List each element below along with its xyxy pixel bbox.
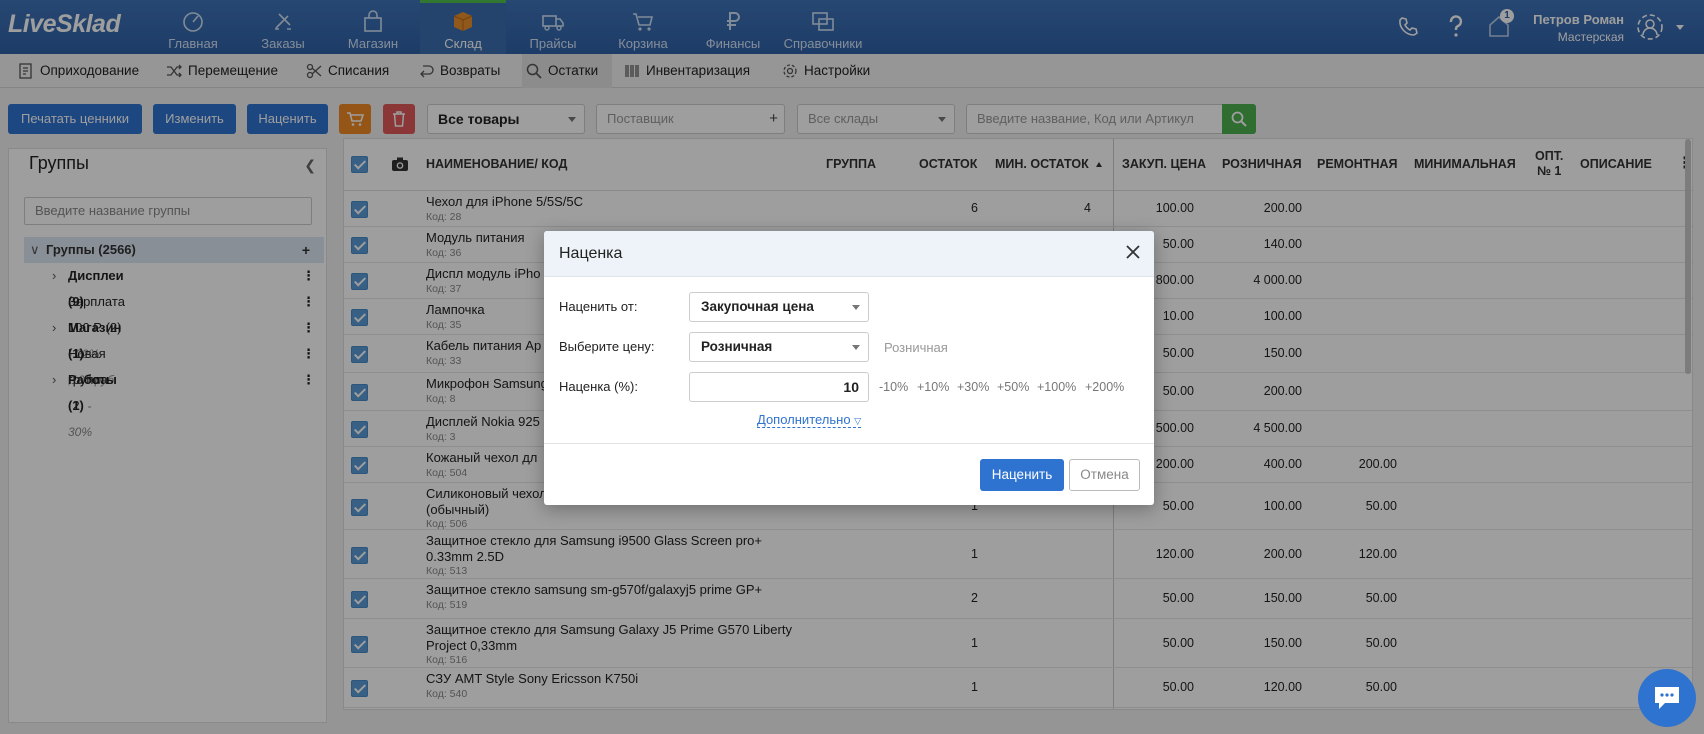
markup-from-label: Наценить от: (559, 299, 638, 314)
quick-markup-plus10[interactable]: +10% (917, 380, 949, 394)
price-select-label: Выберите цену: (559, 339, 655, 354)
price-select-value: Розничная (701, 339, 773, 354)
chevron-down-icon: ▽ (854, 416, 862, 426)
markup-from-select[interactable]: Закупочная цена (689, 292, 869, 322)
price-select[interactable]: Розничная (689, 332, 869, 362)
dialog-header: Наценка (544, 231, 1154, 277)
quick-markup-minus10[interactable]: -10% (879, 380, 908, 394)
dialog-footer-divider (544, 443, 1154, 444)
quick-markup-plus100[interactable]: +100% (1037, 380, 1076, 394)
markup-from-value: Закупочная цена (701, 299, 814, 314)
markup-dialog: Наценка Наценить от: Закупочная цена Выб… (544, 231, 1154, 505)
apply-markup-button[interactable]: Наценить (980, 459, 1064, 491)
quick-markup-plus30[interactable]: +30% (957, 380, 989, 394)
advanced-toggle-link[interactable]: Дополнительно ▽ (757, 412, 862, 428)
cancel-button[interactable]: Отмена (1069, 459, 1140, 491)
selected-price-hint: Розничная (884, 340, 948, 355)
markup-percent-input[interactable]: 10 (689, 372, 869, 402)
chat-icon (1655, 687, 1679, 709)
advanced-toggle-label: Дополнительно (757, 412, 851, 427)
chat-widget-button[interactable] (1638, 669, 1696, 727)
chevron-down-icon (852, 305, 860, 310)
chevron-down-icon (852, 345, 860, 350)
close-icon[interactable] (1124, 243, 1142, 261)
quick-markup-plus50[interactable]: +50% (997, 380, 1029, 394)
quick-markup-plus200[interactable]: +200% (1085, 380, 1124, 394)
markup-percent-label: Наценка (%): (559, 379, 638, 394)
dialog-title: Наценка (559, 245, 623, 262)
